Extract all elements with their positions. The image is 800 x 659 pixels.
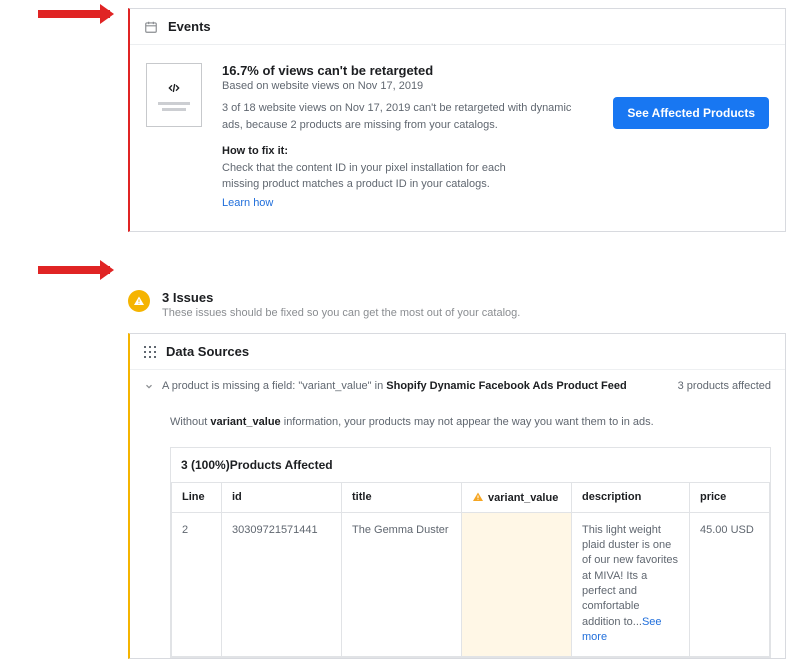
- annotation-arrow-1: [38, 10, 110, 18]
- events-fix: How to fix it: Check that the content ID…: [222, 143, 542, 211]
- issues-title: 3 Issues: [162, 290, 520, 305]
- issue-detail: Without variant_value information, your …: [130, 402, 785, 431]
- fix-text: Check that the content ID in your pixel …: [222, 162, 506, 191]
- events-card: Events 16.7% of views can't be retargete…: [128, 8, 786, 232]
- learn-how-link[interactable]: Learn how: [222, 195, 273, 212]
- issue-row-text: A product is missing a field: "variant_v…: [162, 380, 627, 392]
- data-sources-header: Data Sources: [130, 334, 785, 370]
- col-price: price: [690, 482, 770, 512]
- col-variant-value: variant_value: [462, 482, 572, 512]
- see-affected-products-button[interactable]: See Affected Products: [613, 97, 769, 129]
- code-icon: [164, 80, 184, 96]
- fix-label: How to fix it:: [222, 145, 288, 157]
- table-header-row: Line id title variant_value description …: [172, 482, 770, 512]
- affected-products-title: 3 (100%)Products Affected: [171, 448, 770, 482]
- warning-icon: [128, 290, 150, 312]
- issues-header: 3 Issues These issues should be fixed so…: [128, 290, 786, 319]
- issue-row[interactable]: A product is missing a field: "variant_v…: [130, 370, 785, 402]
- issue-affected-count: 3 products affected: [678, 380, 771, 392]
- col-title: title: [342, 482, 462, 512]
- warning-icon: [472, 491, 484, 503]
- col-description: description: [572, 482, 690, 512]
- events-based-on: Based on website views on Nov 17, 2019: [222, 80, 593, 92]
- cell-variant-value: [462, 512, 572, 656]
- data-sources-title: Data Sources: [166, 344, 249, 359]
- col-line: Line: [172, 482, 222, 512]
- col-id: id: [222, 482, 342, 512]
- events-section-header: Events: [130, 9, 785, 45]
- events-headline: 16.7% of views can't be retargeted: [222, 63, 593, 78]
- cell-title: The Gemma Duster: [342, 512, 462, 656]
- issues-subtitle: These issues should be fixed so you can …: [162, 307, 520, 319]
- cell-id: 30309721571441: [222, 512, 342, 656]
- pixel-thumbnail: [146, 63, 202, 127]
- cell-price: 45.00 USD: [690, 512, 770, 656]
- calendar-icon: [144, 20, 158, 34]
- events-description: 3 of 18 website views on Nov 17, 2019 ca…: [222, 100, 593, 133]
- cell-description: This light weight plaid duster is one of…: [572, 512, 690, 656]
- annotation-arrow-2: [38, 266, 110, 274]
- affected-products-table: Line id title variant_value description …: [171, 482, 770, 657]
- events-title: Events: [168, 19, 211, 34]
- affected-products-block: 3 (100%)Products Affected Line id title …: [170, 447, 771, 658]
- table-row: 2 30309721571441 The Gemma Duster This l…: [172, 512, 770, 656]
- events-text: 16.7% of views can't be retargeted Based…: [222, 63, 593, 211]
- cell-line: 2: [172, 512, 222, 656]
- chevron-down-icon: [144, 381, 154, 391]
- grid-icon: [144, 346, 156, 358]
- events-body: 16.7% of views can't be retargeted Based…: [130, 45, 785, 231]
- data-sources-card: Data Sources A product is missing a fiel…: [128, 333, 786, 659]
